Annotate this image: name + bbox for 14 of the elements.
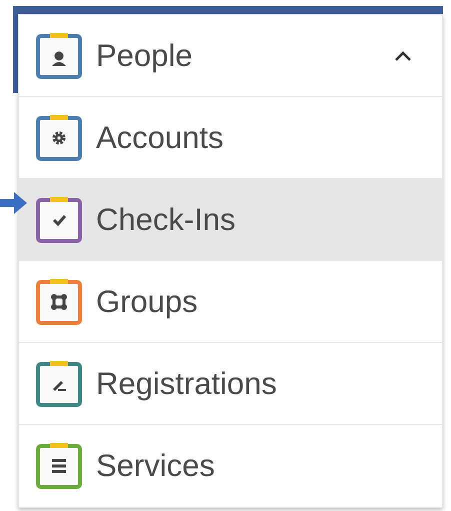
chevron-up-icon[interactable] [394,50,412,62]
menu-item-label: Groups [96,284,199,320]
menu-item-label: Check-Ins [96,202,237,238]
menu-item-label: Services [96,448,216,484]
menu-item[interactable]: Registrations [19,343,442,425]
menu-item-label: Registrations [96,366,278,402]
menu-item-label: Accounts [96,120,225,156]
menu-item[interactable]: Check-Ins [19,179,442,261]
menu-header[interactable]: People [19,15,442,97]
menu-item[interactable]: Accounts [19,97,442,179]
pointer-arrow [0,190,28,216]
menu-item[interactable]: Groups [19,261,442,343]
menu-title: People [96,38,194,74]
menu-item[interactable]: Services [19,425,442,507]
